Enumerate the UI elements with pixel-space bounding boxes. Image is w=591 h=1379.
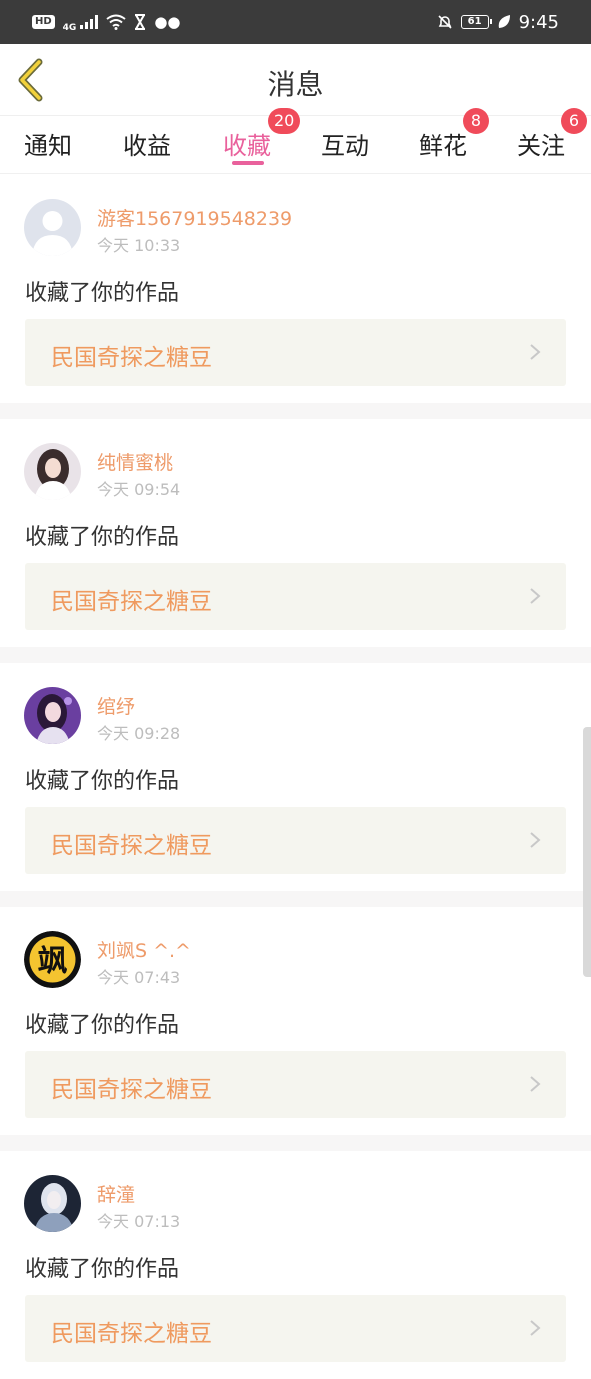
avatar[interactable] (24, 1175, 81, 1232)
tab-label: 鲜花 (419, 132, 467, 160)
status-right: 61 9:45 (437, 12, 559, 33)
clock: 9:45 (518, 11, 559, 33)
user-photo-icon (24, 1175, 81, 1232)
work-title: 民国奇探之糖豆 (51, 1321, 212, 1347)
signal-icon (80, 15, 99, 29)
default-avatar-icon (24, 199, 81, 256)
wechat-icon: ●● (154, 12, 181, 31)
username[interactable]: 纯情蜜桃 (97, 448, 173, 475)
action-text: 收藏了你的作品 (25, 1013, 180, 1038)
work-link[interactable]: 民国奇探之糖豆 (25, 319, 566, 386)
character-avatar-icon: 飒 (24, 931, 81, 988)
avatar-character: 飒 (38, 944, 68, 979)
active-tab-indicator (232, 161, 264, 165)
work-title: 民国奇探之糖豆 (51, 1077, 212, 1103)
timestamp: 今天 09:28 (97, 724, 181, 743)
work-link[interactable]: 民国奇探之糖豆 (25, 1295, 566, 1362)
list-item: 飒 刘飒S ^.^ 今天 07:43 收藏了你的作品 民国奇探之糖豆 (0, 907, 591, 1135)
tab-notifications[interactable]: 通知 (24, 116, 84, 174)
user-photo-icon (24, 687, 81, 744)
divider (0, 647, 591, 663)
tab-badge: 8 (463, 108, 489, 134)
timestamp: 今天 07:13 (97, 1212, 181, 1231)
action-text: 收藏了你的作品 (25, 281, 180, 306)
user-photo-icon (24, 443, 81, 500)
avatar[interactable] (24, 443, 81, 500)
status-left: HD 4G ●● (32, 11, 181, 33)
list-item: 游客1567919548239 今天 10:33 收藏了你的作品 民国奇探之糖豆 (0, 175, 591, 403)
divider (0, 403, 591, 419)
chevron-right-icon (530, 1076, 541, 1092)
wifi-icon (106, 14, 126, 30)
tab-follows[interactable]: 关注 6 (517, 108, 587, 174)
list-item: 绾纾 今天 09:28 收藏了你的作品 民国奇探之糖豆 (0, 663, 591, 891)
action-text: 收藏了你的作品 (25, 769, 180, 794)
bell-muted-icon (438, 15, 452, 29)
avatar[interactable] (24, 687, 81, 744)
leaf-icon (498, 15, 510, 28)
username[interactable]: 辞潼 (97, 1180, 135, 1207)
tab-label: 互动 (321, 132, 369, 160)
work-link[interactable]: 民国奇探之糖豆 (25, 1051, 566, 1118)
action-text: 收藏了你的作品 (25, 525, 180, 550)
work-title: 民国奇探之糖豆 (51, 589, 212, 615)
tab-badge: 20 (268, 108, 301, 134)
tab-bar: 通知 收益 收藏 20 互动 鲜花 8 关注 6 (0, 108, 591, 174)
timestamp: 今天 10:33 (97, 236, 181, 255)
tab-favorites[interactable]: 收藏 20 (223, 108, 301, 174)
hourglass-icon (135, 14, 146, 30)
avatar[interactable]: 飒 (24, 931, 81, 988)
work-title: 民国奇探之糖豆 (51, 833, 212, 859)
work-link[interactable]: 民国奇探之糖豆 (25, 563, 566, 630)
tab-label: 通知 (24, 132, 72, 160)
tab-label: 收藏 (223, 132, 271, 160)
tab-label: 收益 (123, 132, 171, 160)
username[interactable]: 绾纾 (97, 692, 135, 719)
chevron-right-icon (530, 1320, 541, 1336)
tab-badge: 6 (561, 108, 587, 134)
work-link[interactable]: 民国奇探之糖豆 (25, 807, 566, 874)
status-bar: HD 4G ●● 61 9:45 (0, 0, 591, 44)
hd-badge: HD (32, 15, 55, 29)
tab-earnings[interactable]: 收益 (123, 116, 183, 174)
nav-header: 消息 (0, 44, 591, 116)
chevron-right-icon (530, 344, 541, 360)
action-text: 收藏了你的作品 (25, 1257, 180, 1282)
timestamp: 今天 09:54 (97, 480, 181, 499)
divider (0, 1135, 591, 1151)
chevron-right-icon (530, 832, 541, 848)
divider (0, 891, 591, 907)
scrollbar[interactable] (583, 727, 591, 977)
avatar[interactable] (24, 199, 81, 256)
network-type: 4G (62, 23, 77, 33)
tab-flowers[interactable]: 鲜花 8 (419, 108, 489, 174)
battery-icon: 61 (460, 15, 492, 29)
work-title: 民国奇探之糖豆 (51, 345, 212, 371)
list-item: 辞潼 今天 07:13 收藏了你的作品 民国奇探之糖豆 (0, 1151, 591, 1379)
timestamp: 今天 07:43 (97, 968, 181, 987)
username[interactable]: 刘飒S ^.^ (97, 936, 191, 963)
tab-interactions[interactable]: 互动 (321, 116, 381, 174)
tab-label: 关注 (517, 132, 565, 160)
message-feed: 游客1567919548239 今天 10:33 收藏了你的作品 民国奇探之糖豆… (0, 175, 591, 1379)
chevron-right-icon (530, 588, 541, 604)
username[interactable]: 游客1567919548239 (97, 204, 292, 231)
page-title: 消息 (267, 68, 324, 101)
list-item: 纯情蜜桃 今天 09:54 收藏了你的作品 民国奇探之糖豆 (0, 419, 591, 647)
